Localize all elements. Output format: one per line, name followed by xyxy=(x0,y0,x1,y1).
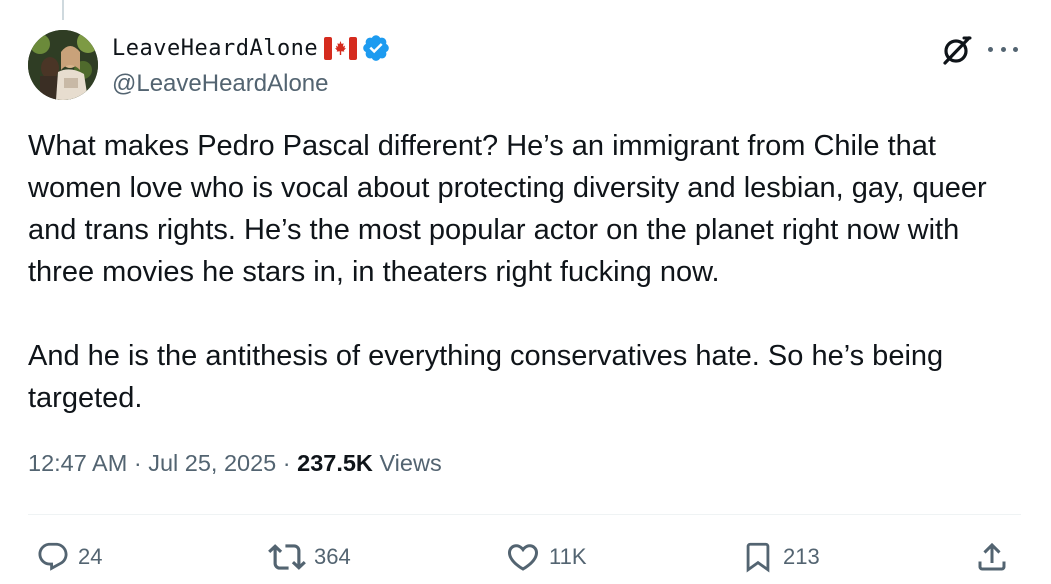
meta-separator: · xyxy=(282,450,291,476)
bookmark-icon xyxy=(741,538,775,576)
share-icon xyxy=(974,539,1010,575)
more-options-icon[interactable] xyxy=(988,37,1018,61)
divider xyxy=(28,514,1021,515)
more-dot xyxy=(1000,46,1006,52)
tweet-time[interactable]: 12:47 AM xyxy=(28,450,127,476)
like-icon xyxy=(505,539,541,575)
tweet-text: What makes Pedro Pascal different? He’s … xyxy=(28,125,1018,419)
bookmark-button[interactable]: 213 xyxy=(741,538,820,576)
reply-count: 24 xyxy=(78,544,103,569)
repost-button[interactable]: 364 xyxy=(268,538,351,576)
more-dot xyxy=(988,46,993,52)
like-button[interactable]: 11K xyxy=(505,538,587,576)
repost-count: 364 xyxy=(314,544,351,569)
avatar[interactable] xyxy=(28,30,98,100)
reply-icon xyxy=(36,540,70,574)
author-display-name[interactable]: LeaveHeardAlone xyxy=(112,36,318,61)
like-count: 11K xyxy=(549,544,587,569)
author-handle[interactable]: @LeaveHeardAlone xyxy=(112,70,329,98)
thread-connector-line xyxy=(62,0,64,20)
tweet-meta: 12:47 AM · Jul 25, 2025 · 237.5K Views xyxy=(28,450,442,477)
share-button[interactable] xyxy=(974,538,1010,576)
tweet-date[interactable]: Jul 25, 2025 xyxy=(148,450,276,476)
canada-flag-icon xyxy=(324,36,358,60)
verified-badge-icon[interactable] xyxy=(361,33,391,63)
more-dot xyxy=(1013,46,1018,52)
tweet-paragraph: What makes Pedro Pascal different? He’s … xyxy=(28,130,987,288)
grok-icon[interactable] xyxy=(940,33,974,67)
bookmark-count: 213 xyxy=(783,544,820,569)
tweet-paragraph: And he is the antithesis of everything c… xyxy=(28,340,944,414)
repost-icon xyxy=(268,538,306,576)
reply-button[interactable]: 24 xyxy=(36,538,102,576)
views-count: 237.5K xyxy=(297,450,373,476)
meta-separator: · xyxy=(133,450,142,476)
views-label: Views xyxy=(379,450,442,476)
author-name-row: LeaveHeardAlone xyxy=(112,33,391,63)
